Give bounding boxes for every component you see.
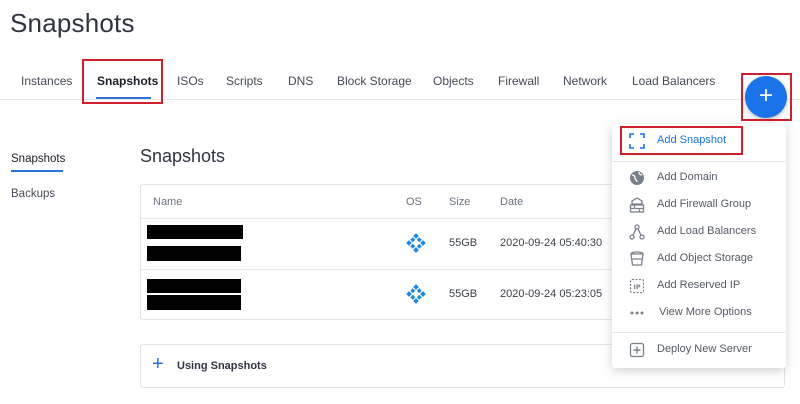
menu-item-view-more-options[interactable]: View More Options <box>612 300 786 326</box>
redacted-name <box>147 225 243 239</box>
sidebar-item-snapshots[interactable]: Snapshots <box>11 153 65 165</box>
tab-dns[interactable]: DNS <box>288 74 313 88</box>
active-tab-indicator <box>96 97 151 99</box>
tab-objects[interactable]: Objects <box>433 74 474 88</box>
os-logo-icon <box>406 284 426 304</box>
table-row[interactable]: 55GB 2020-09-24 05:23:05 <box>141 269 619 320</box>
menu-item-add-object-storage[interactable]: Add Object Storage <box>612 246 786 272</box>
svg-text:IP: IP <box>633 283 640 291</box>
load-balancer-icon <box>629 224 645 240</box>
menu-divider <box>612 161 786 162</box>
column-header-name[interactable]: Name <box>153 196 182 208</box>
tab-scripts[interactable]: Scripts <box>226 74 263 88</box>
page-title: Snapshots <box>10 8 135 38</box>
column-header-date[interactable]: Date <box>500 196 523 208</box>
menu-item-add-load-balancers[interactable]: Add Load Balancers <box>612 219 786 245</box>
tab-isos[interactable]: ISOs <box>177 74 204 88</box>
tab-firewall[interactable]: Firewall <box>498 74 539 88</box>
more-dots-icon <box>630 311 644 315</box>
globe-icon <box>630 171 644 185</box>
snapshots-table: Name OS Size Date 55GB 2020-09-24 05:40:… <box>140 184 620 320</box>
tab-snapshots[interactable]: Snapshots <box>97 74 158 88</box>
snapshot-date: 2020-09-24 05:23:05 <box>500 288 603 300</box>
menu-item-add-snapshot[interactable]: Add Snapshot <box>612 128 786 154</box>
snapshot-date: 2020-09-24 05:40:30 <box>500 237 603 249</box>
os-logo-icon <box>406 233 426 253</box>
sidebar-item-backups[interactable]: Backups <box>11 188 55 200</box>
firewall-icon <box>629 197 645 213</box>
expand-plus-icon: + <box>152 353 164 375</box>
menu-item-deploy-new-server[interactable]: Deploy New Server <box>612 337 786 363</box>
main-tabs: Instances Snapshots ISOs Scripts DNS Blo… <box>0 60 800 100</box>
reserved-ip-icon: IP <box>629 278 645 294</box>
tab-load-balancers[interactable]: Load Balancers <box>632 74 715 88</box>
snapshot-size: 55GB <box>449 237 478 249</box>
tab-block-storage[interactable]: Block Storage <box>337 74 412 88</box>
menu-item-add-domain[interactable]: Add Domain <box>612 165 786 191</box>
add-fab-button[interactable]: + <box>745 76 787 118</box>
storage-bucket-icon <box>630 251 644 266</box>
snapshot-frame-icon <box>629 133 645 149</box>
redacted-name <box>147 295 241 310</box>
menu-item-add-firewall-group[interactable]: Add Firewall Group <box>612 192 786 218</box>
column-header-os: OS <box>406 196 422 208</box>
section-title: Snapshots <box>140 146 226 166</box>
tab-network[interactable]: Network <box>563 74 607 88</box>
menu-divider <box>612 332 786 333</box>
tab-instances[interactable]: Instances <box>21 74 72 88</box>
using-snapshots-label: Using Snapshots <box>177 360 267 372</box>
add-menu-dropdown: Add Snapshot Add Domain Add Firewall Gro… <box>612 124 786 368</box>
redacted-name <box>147 279 241 293</box>
sidebar-active-indicator <box>11 170 63 172</box>
column-header-size[interactable]: Size <box>449 196 470 208</box>
plus-square-icon <box>629 342 645 358</box>
snapshot-size: 55GB <box>449 288 478 300</box>
menu-item-add-reserved-ip[interactable]: IP Add Reserved IP <box>612 273 786 299</box>
table-row[interactable]: 55GB 2020-09-24 05:40:30 <box>141 218 619 269</box>
redacted-name <box>147 246 241 261</box>
